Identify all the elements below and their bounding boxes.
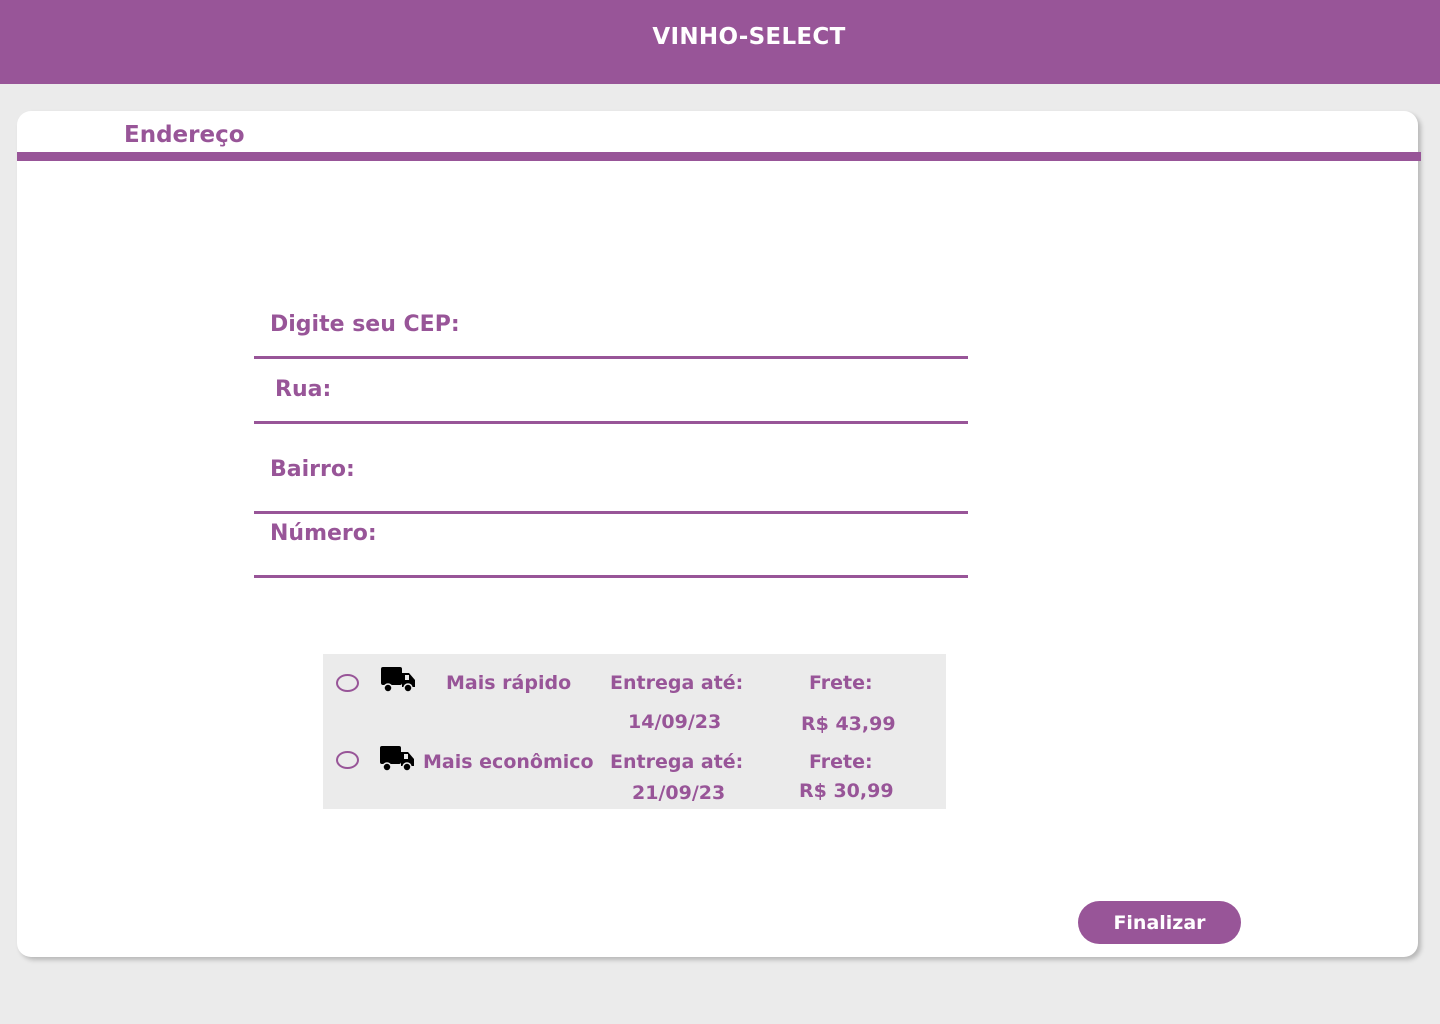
numero-input[interactable] xyxy=(474,519,954,555)
bairro-label: Bairro: xyxy=(270,457,355,482)
bairro-input[interactable] xyxy=(474,455,954,491)
shipping-economic-delivery-date: 21/09/23 xyxy=(632,782,726,804)
shipping-fast-delivery-label: Entrega até: xyxy=(610,672,744,694)
bairro-field[interactable]: Bairro: xyxy=(254,424,968,514)
shipping-radio-economic[interactable] xyxy=(336,751,359,769)
app-title: VINHO-SELECT xyxy=(652,24,846,50)
top-bar: VINHO-SELECT xyxy=(0,0,1440,84)
numero-label: Número: xyxy=(270,521,377,546)
shipping-economic-freight-label: Frete: xyxy=(809,751,873,773)
shipping-fast-freight-label: Frete: xyxy=(809,672,873,694)
cep-input[interactable] xyxy=(474,310,954,346)
section-title: Endereço xyxy=(124,122,245,148)
shipping-economic-freight-value: R$ 30,99 xyxy=(799,780,894,802)
rua-field[interactable]: Rua: xyxy=(254,359,968,424)
shipping-fast-delivery-date: 14/09/23 xyxy=(628,711,722,733)
section-divider xyxy=(17,152,1421,161)
cep-label: Digite seu CEP: xyxy=(270,312,460,337)
shipping-economic-name: Mais econômico xyxy=(423,751,594,773)
shipping-radio-fast[interactable] xyxy=(336,674,359,692)
cep-field[interactable]: Digite seu CEP: xyxy=(254,294,968,359)
address-card: Endereço Digite seu CEP: Rua: Bairro: Nú… xyxy=(17,111,1421,957)
shipping-fast-name: Mais rápido xyxy=(446,672,572,694)
shipping-economic-delivery-label: Entrega até: xyxy=(610,751,744,773)
truck-icon xyxy=(380,746,414,772)
rua-label: Rua: xyxy=(275,377,332,402)
rua-input[interactable] xyxy=(474,375,954,411)
numero-field[interactable]: Número: xyxy=(254,514,968,578)
shipping-options: Mais rápido Entrega até: Frete: 14/09/23… xyxy=(323,654,946,809)
finish-button[interactable]: Finalizar xyxy=(1078,901,1241,944)
truck-icon xyxy=(381,667,415,693)
shipping-fast-freight-value: R$ 43,99 xyxy=(801,713,896,735)
